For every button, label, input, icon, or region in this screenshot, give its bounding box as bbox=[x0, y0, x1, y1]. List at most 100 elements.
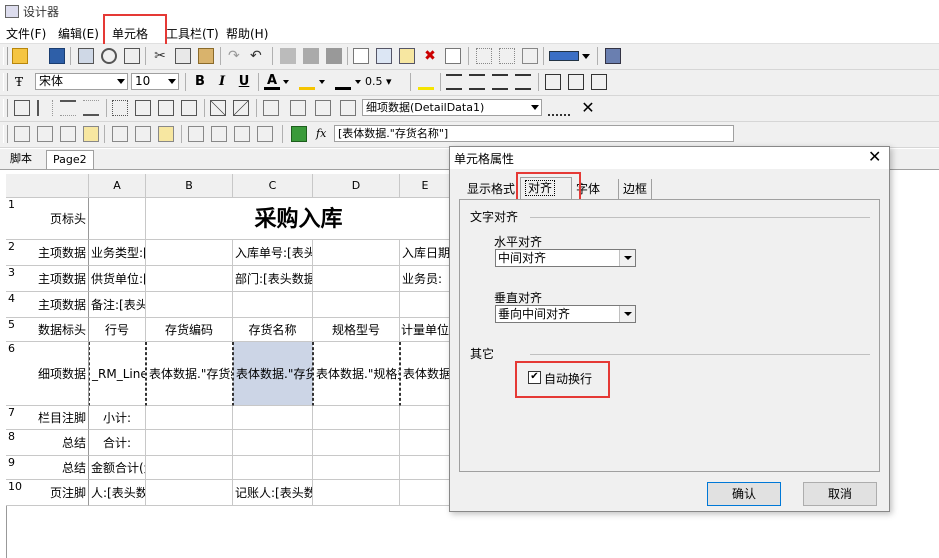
grid-cell[interactable]: 备注:[表头数据."备注"] bbox=[89, 292, 146, 318]
print-icon[interactable] bbox=[78, 48, 94, 64]
border-none-icon[interactable] bbox=[112, 100, 128, 116]
v-align-select[interactable]: 垂向中间对齐 bbox=[495, 305, 636, 323]
grid-cell[interactable]: 表体数据."存货编码" bbox=[146, 342, 233, 406]
menu-edit[interactable]: 编辑(E) bbox=[58, 25, 99, 42]
row-header[interactable]: 10 页注脚 bbox=[6, 480, 89, 506]
valign-middle-icon[interactable] bbox=[568, 74, 584, 90]
new-page-icon[interactable] bbox=[445, 48, 461, 64]
insert-image-icon[interactable] bbox=[399, 48, 415, 64]
border-inner-icon[interactable] bbox=[135, 100, 151, 116]
italic-button[interactable]: I bbox=[214, 74, 230, 90]
font-color-button[interactable]: A bbox=[264, 74, 280, 90]
insert-object-icon[interactable] bbox=[353, 48, 369, 64]
fx-icon[interactable]: fx bbox=[316, 126, 332, 142]
insert-field-icon[interactable] bbox=[37, 126, 53, 142]
column-header-icon[interactable] bbox=[234, 126, 250, 142]
preview-icon[interactable] bbox=[101, 48, 117, 64]
grid-cell[interactable] bbox=[400, 430, 451, 456]
summary-icon[interactable] bbox=[158, 126, 174, 142]
valign-bottom-icon[interactable] bbox=[591, 74, 607, 90]
grid-cell[interactable]: 行号 bbox=[89, 318, 146, 342]
align-right-icon[interactable] bbox=[492, 74, 508, 90]
bold-button[interactable]: B bbox=[192, 74, 208, 90]
grid-cell[interactable] bbox=[313, 456, 400, 480]
line-style-icon[interactable] bbox=[548, 100, 570, 116]
grid-cell[interactable]: 部门:[表头数据."部门"] bbox=[233, 266, 313, 292]
undo-icon[interactable]: ↶ bbox=[250, 48, 266, 64]
grid-cell[interactable]: 记账人:[表头数据."记账人"] bbox=[233, 480, 313, 506]
row-header[interactable]: 1 页标头 bbox=[6, 198, 89, 240]
border-top-icon[interactable] bbox=[60, 100, 76, 116]
delete-icon[interactable]: ✖ bbox=[422, 48, 438, 64]
underline-button[interactable]: U bbox=[236, 74, 252, 90]
grid-cell[interactable] bbox=[146, 456, 233, 480]
font-size-combo[interactable]: 10 bbox=[131, 73, 179, 90]
group-header-icon[interactable] bbox=[112, 126, 128, 142]
line-color-dropdown-icon[interactable] bbox=[355, 80, 361, 84]
menu-file[interactable]: 文件(F) bbox=[6, 25, 46, 42]
align-center-icon[interactable] bbox=[469, 74, 485, 90]
diagonal-down-icon[interactable] bbox=[233, 100, 249, 116]
column-header[interactable]: E bbox=[400, 174, 451, 198]
grid-cell[interactable]: 入库单号:[表头数据."入库单号"] bbox=[233, 240, 313, 266]
grid-cell[interactable] bbox=[400, 480, 451, 506]
grid-cell[interactable]: 存货编码 bbox=[146, 318, 233, 342]
border-all-icon[interactable] bbox=[14, 100, 30, 116]
page-setup-icon[interactable] bbox=[124, 48, 140, 64]
row-header[interactable]: 3 主项数据 bbox=[6, 266, 89, 292]
grid-cell[interactable]: 规格型号 bbox=[313, 318, 400, 342]
grid-cell[interactable]: 入库日期 bbox=[400, 240, 451, 266]
exit-icon[interactable] bbox=[605, 48, 621, 64]
grid-cell[interactable]: 计量单位 bbox=[400, 318, 451, 342]
grid-cell[interactable] bbox=[313, 292, 400, 318]
grid-cell[interactable] bbox=[233, 456, 313, 480]
grid-cell[interactable] bbox=[313, 406, 400, 430]
tree-icon[interactable] bbox=[14, 126, 30, 142]
page-footer-icon[interactable] bbox=[211, 126, 227, 142]
grid-cell[interactable]: 小计: bbox=[89, 406, 146, 430]
row-header[interactable]: 6 细项数据 bbox=[6, 342, 89, 406]
selected-cell[interactable]: 表体数据."存货名称" bbox=[233, 342, 313, 406]
grid-cell[interactable]: 采购入库 bbox=[146, 198, 451, 240]
apply-formula-icon[interactable] bbox=[291, 126, 307, 142]
grid-cell[interactable] bbox=[146, 292, 233, 318]
copy-icon[interactable] bbox=[175, 48, 191, 64]
row-header[interactable]: 5 数据标头 bbox=[6, 318, 89, 342]
send-back-icon[interactable] bbox=[303, 48, 319, 64]
font-name-combo[interactable]: 宋体 bbox=[35, 73, 128, 90]
grid-cell[interactable] bbox=[400, 292, 451, 318]
grid-cell[interactable] bbox=[313, 266, 400, 292]
tab-border[interactable]: 边框 bbox=[618, 179, 653, 199]
column-footer-icon[interactable] bbox=[257, 126, 273, 142]
grid-cell[interactable]: 存货名称 bbox=[233, 318, 313, 342]
insert-expression-icon[interactable] bbox=[83, 126, 99, 142]
line-width-select[interactable]: 0.5 ▾ bbox=[365, 74, 405, 90]
menu-toolbar[interactable]: 工具栏(T) bbox=[166, 25, 219, 42]
grid-cell[interactable] bbox=[146, 480, 233, 506]
grid-cell[interactable]: 合计: bbox=[89, 430, 146, 456]
valign-top-icon[interactable] bbox=[545, 74, 561, 90]
grid-cell[interactable] bbox=[146, 266, 233, 292]
tab-page2[interactable]: Page2 bbox=[46, 150, 94, 169]
row-header[interactable]: 4 主项数据 bbox=[6, 292, 89, 318]
h-align-select[interactable]: 中间对齐 bbox=[495, 249, 636, 267]
band-selector[interactable]: 细项数据(DetailData1) bbox=[362, 99, 542, 116]
grid-cell[interactable]: 业务员: bbox=[400, 266, 451, 292]
cut-icon[interactable]: ✂ bbox=[152, 48, 168, 64]
column-header[interactable]: C bbox=[233, 174, 313, 198]
border-left-icon[interactable] bbox=[37, 100, 53, 116]
zoom-dropdown-icon[interactable] bbox=[582, 54, 590, 59]
align-left-icon[interactable] bbox=[446, 74, 462, 90]
align-grid-icon[interactable] bbox=[499, 48, 515, 64]
grid-cell[interactable]: 表体数据."规格型号" bbox=[313, 342, 400, 406]
row-header[interactable]: 2 主项数据 bbox=[6, 240, 89, 266]
grid-cell[interactable] bbox=[313, 240, 400, 266]
grid-cell[interactable] bbox=[233, 406, 313, 430]
redo-icon[interactable]: ↷ bbox=[228, 48, 244, 64]
grid-icon[interactable] bbox=[476, 48, 492, 64]
menu-help[interactable]: 帮助(H) bbox=[226, 25, 268, 42]
tab-script[interactable]: 脚本 bbox=[4, 150, 38, 168]
paste-icon[interactable] bbox=[198, 48, 214, 64]
highlight-icon[interactable] bbox=[418, 74, 434, 90]
report-grid[interactable]: ABCDE1页标头采购入库2主项数据业务类型:[表头数据."入库单号:[表头数据… bbox=[6, 174, 451, 558]
